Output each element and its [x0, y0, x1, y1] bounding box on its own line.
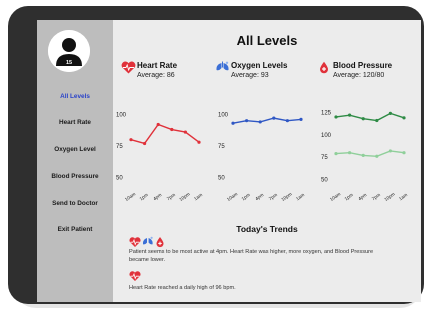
- y-tick-label: 125: [321, 110, 332, 116]
- sidebar-item-oxygen-level[interactable]: Oxygen Level: [37, 146, 113, 153]
- x-tick-label: 1pm: [139, 192, 149, 201]
- metric-average: Average: 93: [231, 72, 269, 79]
- data-point: [143, 141, 147, 146]
- x-tick-label: 4pm: [357, 192, 367, 201]
- y-tick-label: 100: [116, 112, 127, 118]
- user-silhouette-icon: 15: [48, 30, 90, 72]
- data-point: [170, 127, 174, 132]
- y-tick-label: 50: [116, 176, 123, 182]
- heart-pulse-icon: [129, 237, 141, 247]
- sidebar-item-exit-patient[interactable]: Exit Patient: [37, 226, 113, 233]
- sidebar-item-send-to-doctor[interactable]: Send to Doctor: [37, 200, 113, 207]
- trend-item-text: Heart Rate reached a daily high of 96 bp…: [129, 285, 236, 291]
- x-tick-label: 10am: [226, 191, 238, 202]
- data-point: [348, 113, 352, 117]
- x-tick-label: 1am: [295, 192, 305, 201]
- data-point: [231, 121, 235, 125]
- tablet-frame: 15 All Levels Heart Rate Oxygen Level Bl…: [8, 6, 424, 304]
- metric-name: Heart Rate: [137, 61, 178, 70]
- lungs-icon: [216, 61, 229, 71]
- sidebar-item-blood-pressure[interactable]: Blood Pressure: [37, 173, 113, 180]
- trend-icons: [129, 236, 164, 248]
- x-tick-label: 1am: [193, 192, 203, 201]
- data-point: [129, 138, 133, 142]
- data-point: [285, 119, 289, 123]
- data-point: [388, 149, 392, 153]
- data-point: [388, 111, 392, 115]
- x-tick-label: 10am: [124, 191, 136, 202]
- x-tick-label: 1am: [398, 192, 408, 201]
- x-tick-label: 10am: [329, 191, 341, 202]
- data-point: [402, 151, 406, 155]
- data-point: [375, 118, 379, 123]
- y-tick-label: 50: [218, 176, 225, 182]
- x-tick-label: 1pm: [344, 192, 354, 201]
- series-line: [335, 150, 405, 157]
- data-point: [197, 140, 201, 144]
- x-tick-label: 4pm: [254, 192, 264, 201]
- metric-name: Blood Pressure: [333, 61, 393, 70]
- page-title: All Levels: [236, 33, 298, 48]
- metric-average: Average: 120/80: [333, 72, 385, 79]
- y-tick-label: 75: [321, 155, 328, 161]
- sidebar-item-heart-rate[interactable]: Heart Rate: [37, 119, 113, 126]
- charts-area: 100755010am 1pm 4pm 7pm 10pm 1am100755010am 1p…: [116, 110, 408, 202]
- blood-drop-icon: [320, 61, 328, 74]
- patient-avatar[interactable]: 15: [48, 30, 90, 72]
- data-point: [402, 116, 406, 120]
- data-point: [348, 151, 352, 155]
- series-line: [335, 112, 405, 122]
- trend-item-text: Patient seems to be most active at 4pm. …: [129, 249, 374, 263]
- x-tick-label: 7pm: [166, 192, 176, 201]
- x-tick-label: 10pm: [280, 191, 292, 202]
- data-point: [361, 153, 365, 157]
- data-point: [156, 122, 160, 127]
- heart-pulse-icon: [129, 271, 141, 281]
- y-tick-label: 100: [218, 112, 229, 118]
- x-tick-label: 7pm: [268, 192, 278, 201]
- lungs-icon: [142, 236, 153, 245]
- sidebar: 15 All Levels Heart Rate Oxygen Level Bl…: [37, 20, 113, 302]
- sidebar-item-all-levels[interactable]: All Levels: [37, 93, 113, 100]
- series-line: [130, 123, 200, 145]
- app-screen: 15 All Levels Heart Rate Oxygen Level Bl…: [37, 20, 421, 302]
- y-tick-label: 75: [116, 144, 123, 150]
- data-point: [258, 120, 262, 124]
- data-point: [361, 117, 365, 121]
- data-point: [375, 154, 379, 158]
- y-tick-label: 75: [218, 144, 225, 150]
- y-tick-label: 50: [321, 178, 328, 184]
- metric-name: Oxygen Levels: [231, 61, 288, 70]
- metric-average: Average: 86: [137, 72, 175, 79]
- data-point: [334, 115, 338, 119]
- x-tick-label: 1pm: [241, 192, 251, 201]
- main-panel: All Levels Heart Rate Average: 86 Oxygen…: [113, 20, 421, 302]
- y-tick-label: 100: [321, 133, 332, 139]
- data-point: [245, 119, 249, 123]
- blood-drop-icon: [156, 237, 164, 248]
- x-tick-label: 4pm: [152, 192, 162, 201]
- heart-pulse-icon: [121, 61, 136, 74]
- x-tick-label: 10pm: [178, 191, 190, 202]
- x-tick-label: 10pm: [383, 191, 395, 202]
- data-point: [334, 152, 338, 156]
- series-line: [232, 117, 302, 124]
- patient-number: 15: [66, 60, 72, 66]
- trends-title: Today's Trends: [236, 224, 298, 234]
- data-point: [183, 130, 187, 134]
- x-tick-label: 7pm: [371, 192, 381, 201]
- data-point: [272, 116, 276, 120]
- data-point: [299, 117, 303, 121]
